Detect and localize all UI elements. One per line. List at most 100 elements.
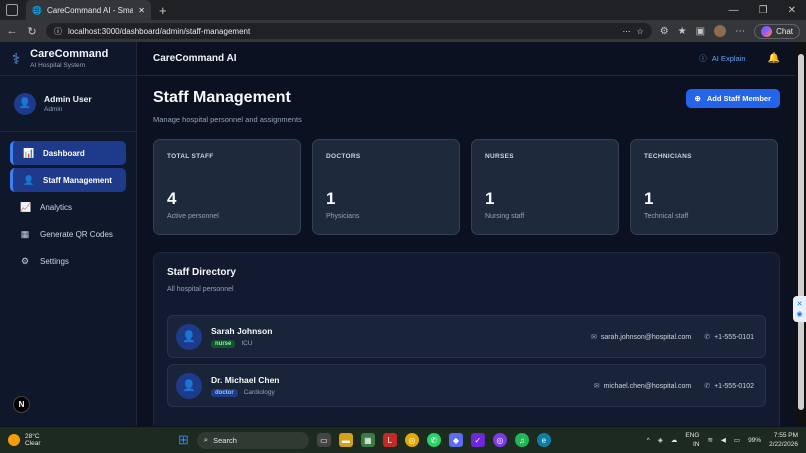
stat-label: DOCTORS xyxy=(326,153,361,160)
l-app-icon[interactable]: L xyxy=(382,433,397,447)
onedrive-icon[interactable]: ☁ xyxy=(671,436,678,444)
caduceus-icon: ⚕ xyxy=(12,50,21,68)
header-title: CareCommand AI xyxy=(153,53,237,64)
sidebar-item-label: Settings xyxy=(40,256,69,266)
time: 7:55 PM xyxy=(773,432,798,439)
task-view-icon[interactable]: ▭ xyxy=(316,433,331,447)
stats-row: TOTAL STAFF 4 Active personnel DOCTORS 1… xyxy=(153,139,780,235)
sidebar-item-analytics[interactable]: 📈 Analytics xyxy=(10,195,126,219)
trend-icon: 📈 xyxy=(20,201,32,212)
search-icon: ⌕ xyxy=(203,435,209,444)
department: ICU xyxy=(241,340,253,347)
search-label: Search xyxy=(213,435,237,445)
stat-label: NURSES xyxy=(485,153,514,160)
defender-icon[interactable]: ◈ xyxy=(658,436,663,444)
avatar: 👤 xyxy=(176,372,202,399)
edge-icon[interactable]: e xyxy=(536,433,551,447)
wifi-icon[interactable]: ≋ xyxy=(707,436,712,444)
list-item[interactable]: 👤 Sarah Johnson nurse ICU ✉ sarah.johnson… xyxy=(167,315,766,358)
chevron-up-icon[interactable]: ^ xyxy=(647,437,650,444)
sidebar-item-generate-qr-codes[interactable]: ▦ Generate QR Codes xyxy=(10,222,126,246)
battery-icon[interactable]: ▭ xyxy=(734,436,740,444)
user-profile[interactable]: 👤 Admin User Admin xyxy=(0,76,136,132)
ai-explain-label: AI Explain xyxy=(711,54,746,63)
favorites-icon[interactable]: ★ xyxy=(678,26,687,37)
side-panel-widget[interactable]: ✕ ◉ xyxy=(793,296,806,322)
chrome-icon[interactable]: ◎ xyxy=(404,433,419,447)
sidebar-item-dashboard[interactable]: 📊 Dashboard xyxy=(10,141,126,165)
role-badge: nurse xyxy=(211,339,236,348)
favorite-star-icon[interactable]: ☆ xyxy=(637,27,644,36)
read-aloud-icon[interactable]: ⋯ xyxy=(623,27,631,36)
app-window: ⚕ CareCommand AI Hospital System 👤 Admin… xyxy=(0,42,796,426)
scroll-thumb[interactable] xyxy=(798,54,804,410)
windows-start-icon[interactable]: ⊞ xyxy=(178,432,189,448)
extensions-icon[interactable]: ⚙ xyxy=(660,26,669,37)
add-user-icon: ⊕ xyxy=(694,94,701,103)
page-subtitle: Manage hospital personnel and assignment… xyxy=(153,115,302,124)
add-staff-button[interactable]: ⊕ Add Staff Member xyxy=(685,89,780,108)
taskbar-search[interactable]: ⌕ Search xyxy=(196,431,309,449)
mail-icon: ✉ xyxy=(593,382,600,390)
user-role: Admin xyxy=(44,106,63,113)
more-menu-icon[interactable]: ⋯ xyxy=(735,26,745,37)
role-badge: doctor xyxy=(211,388,238,397)
new-tab-icon[interactable]: + xyxy=(159,3,167,18)
stat-value: 1 xyxy=(326,189,336,208)
profile-avatar-icon[interactable] xyxy=(714,25,727,37)
staff-list: 👤 Sarah Johnson nurse ICU ✉ sarah.johnson… xyxy=(167,315,766,407)
top-header: CareCommand AI ⓘ AI Explain 🔔 xyxy=(137,42,796,76)
list-item[interactable]: 👤 Dr. Michael Chen doctor Cardiology ✉ mi… xyxy=(167,364,766,407)
grammar-icon[interactable]: ◉ xyxy=(796,310,802,318)
page-title: Staff Management xyxy=(153,89,291,106)
site-info-icon[interactable]: ⓘ xyxy=(54,26,62,37)
back-icon[interactable]: ← xyxy=(6,25,18,37)
phone-icon: ✆ xyxy=(704,382,711,390)
file-explorer-icon[interactable]: ▬ xyxy=(338,433,353,447)
tasks-app-icon[interactable]: ✓ xyxy=(470,433,485,447)
browser-tab[interactable]: 🌐 CareCommand AI - Smart Digital H ✕ xyxy=(26,0,151,20)
stat-sub: Nursing staff xyxy=(485,213,525,220)
close-icon[interactable]: ✕ xyxy=(797,300,803,308)
stat-label: TOTAL STAFF xyxy=(167,153,214,160)
spotify-icon[interactable]: ♫ xyxy=(514,433,529,447)
globe-icon: 🌐 xyxy=(32,5,42,15)
next-dev-badge[interactable]: N xyxy=(13,396,30,413)
window-menu-icon[interactable] xyxy=(6,4,18,16)
weather-sun-icon xyxy=(8,434,20,446)
staff-name: Dr. Michael Chen xyxy=(211,374,280,385)
weather-widget[interactable]: 28°C Clear xyxy=(8,433,178,447)
bell-icon[interactable]: 🔔 xyxy=(768,53,780,64)
user-icon: 👤 xyxy=(23,174,35,185)
chrome-profile-icon[interactable]: ◎ xyxy=(492,433,507,447)
user-name: Admin User xyxy=(44,94,92,104)
minimize-icon[interactable]: — xyxy=(729,5,739,16)
sidebar-item-staff-management[interactable]: 👤 Staff Management xyxy=(10,168,126,192)
ai-explain-button[interactable]: ⓘ AI Explain xyxy=(699,53,745,64)
staff-phone: +1-555-0102 xyxy=(714,382,754,390)
stat-card-nurses: NURSES 1 Nursing staff xyxy=(471,139,619,235)
reload-icon[interactable]: ↻ xyxy=(26,25,38,38)
sidebar-item-settings[interactable]: ⚙ Settings xyxy=(10,249,126,273)
chat-button[interactable]: Chat xyxy=(754,23,800,39)
whatsapp-icon[interactable]: ✆ xyxy=(426,433,441,447)
clock[interactable]: 7:55 PM 2/22/2026 xyxy=(769,431,798,449)
close-window-icon[interactable]: ✕ xyxy=(788,5,796,16)
system-tray: ^ ◈ ☁ ENG IN ≋ ◀ ▭ 99% 7:55 PM 2/22/2026 xyxy=(647,431,798,449)
page-scrollbar[interactable] xyxy=(796,42,806,426)
address-bar[interactable]: ⓘ localhost:3000/dashboard/admin/staff-m… xyxy=(46,23,652,39)
volume-icon[interactable]: ◀ xyxy=(721,436,726,444)
restore-icon[interactable]: ❐ xyxy=(759,5,768,16)
close-tab-icon[interactable]: ✕ xyxy=(138,6,145,15)
stat-card-doctors: DOCTORS 1 Physicians xyxy=(312,139,460,235)
avatar: 👤 xyxy=(14,92,36,115)
staff-email: sarah.johnson@hospital.com xyxy=(600,333,692,341)
sidebar: ⚕ CareCommand AI Hospital System 👤 Admin… xyxy=(0,42,137,426)
copilot-icon xyxy=(761,25,773,37)
copilot-app-icon[interactable]: ◆ xyxy=(448,433,463,447)
store-icon[interactable]: ▦ xyxy=(360,433,375,447)
stat-card-total-staff: TOTAL STAFF 4 Active personnel xyxy=(153,139,301,235)
collections-icon[interactable]: ▣ xyxy=(696,26,705,37)
language-indicator[interactable]: ENG IN xyxy=(685,431,699,449)
brand[interactable]: ⚕ CareCommand AI Hospital System xyxy=(0,42,136,76)
